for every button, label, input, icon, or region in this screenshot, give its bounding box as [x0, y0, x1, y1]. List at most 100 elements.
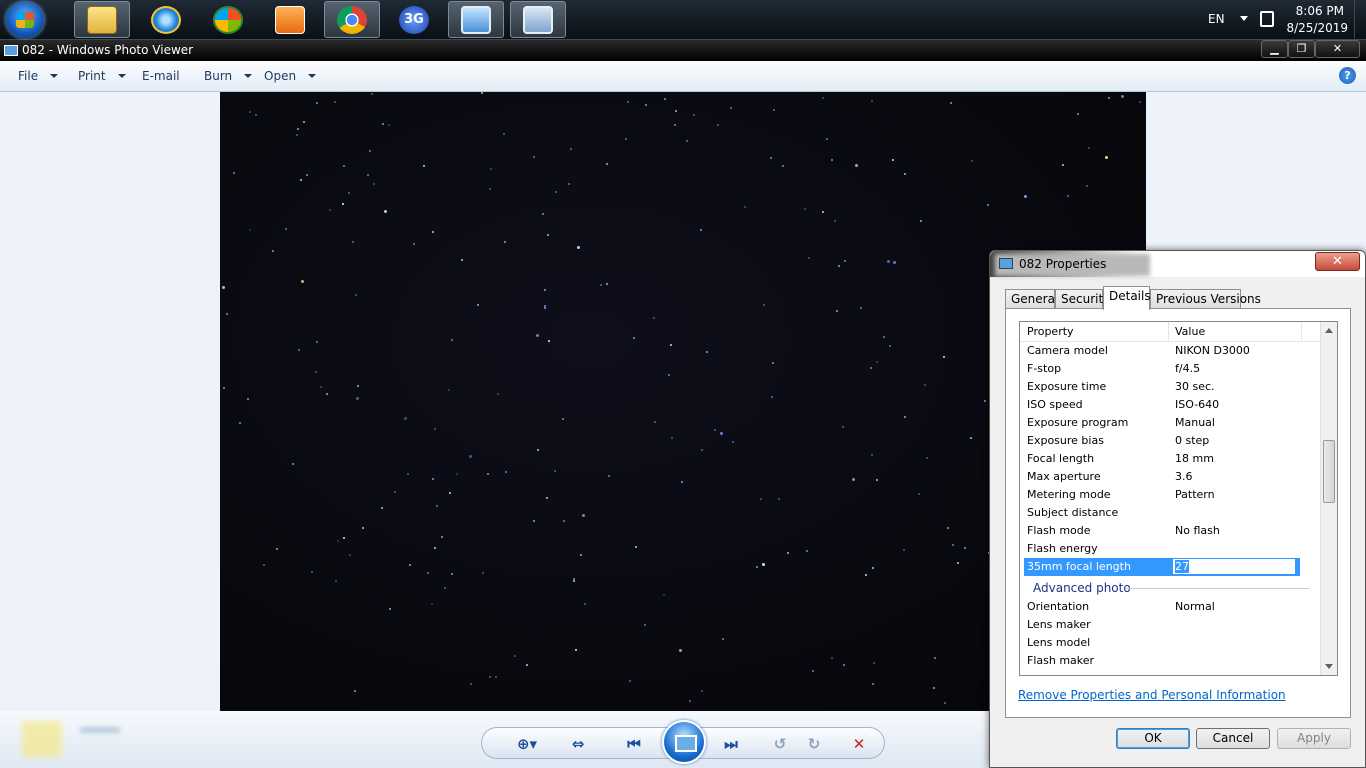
- windows-media-center-icon[interactable]: [200, 1, 256, 38]
- rotate-clockwise-button[interactable]: ↻: [803, 734, 825, 754]
- language-indicator[interactable]: EN: [1208, 12, 1225, 26]
- scroll-down-arrow-icon[interactable]: [1325, 664, 1333, 669]
- property-value: NIKON D3000: [1175, 344, 1250, 357]
- tab-details[interactable]: Details: [1103, 286, 1151, 310]
- zoom-button[interactable]: ⊕▾: [510, 734, 544, 754]
- star: [348, 554, 351, 557]
- menu-file[interactable]: File: [18, 69, 59, 83]
- chevron-down-icon[interactable]: [1240, 16, 1248, 21]
- power-plug-icon[interactable]: [1260, 11, 1274, 27]
- help-icon[interactable]: ?: [1339, 67, 1356, 84]
- selected-property-row[interactable]: 35mm focal length 27: [1024, 558, 1300, 576]
- vertical-scrollbar[interactable]: [1320, 322, 1337, 675]
- delete-button[interactable]: ✕: [848, 734, 870, 754]
- scroll-up-arrow-icon[interactable]: [1325, 328, 1333, 333]
- star: [412, 243, 415, 246]
- photo-viewer-icon[interactable]: [448, 1, 504, 38]
- star: [536, 448, 539, 451]
- star: [842, 663, 845, 666]
- property-row[interactable]: Camera model NIKON D3000: [1020, 342, 1322, 360]
- close-button[interactable]: ✕: [1315, 40, 1360, 58]
- star: [1066, 195, 1069, 198]
- property-row[interactable]: Exposure time 30 sec.: [1020, 378, 1322, 396]
- star: [488, 676, 491, 679]
- star: [946, 527, 949, 530]
- property-row[interactable]: Exposure program Manual: [1020, 414, 1322, 432]
- dialog-title-bar[interactable]: 082 Properties ✕: [990, 251, 1365, 277]
- property-row[interactable]: Subject distance: [1020, 504, 1322, 522]
- actual-size-button[interactable]: ⇔: [566, 734, 590, 754]
- star: [514, 655, 517, 658]
- star: [671, 436, 674, 439]
- star: [903, 416, 906, 419]
- property-row[interactable]: Metering mode Pattern: [1020, 486, 1322, 504]
- column-separator[interactable]: [1168, 322, 1169, 342]
- star: [248, 110, 251, 113]
- tab-previous-versions[interactable]: Previous Versions: [1150, 289, 1261, 309]
- column-value[interactable]: Value: [1175, 325, 1205, 338]
- property-row[interactable]: ISO speed ISO-640: [1020, 396, 1322, 414]
- ok-button[interactable]: OK: [1116, 728, 1190, 749]
- star: [730, 106, 733, 109]
- property-row[interactable]: Lens model: [1020, 634, 1322, 652]
- property-row[interactable]: Exposure bias 0 step: [1020, 432, 1322, 450]
- property-list[interactable]: Property Value Camera model NIKON D3000 F-…: [1019, 321, 1338, 676]
- media-player-icon[interactable]: [262, 1, 318, 38]
- clock-time[interactable]: 8:06 PM: [1296, 4, 1344, 18]
- 3g-modem-icon[interactable]: 3G: [386, 1, 442, 38]
- star: [239, 422, 242, 425]
- star: [575, 649, 578, 652]
- property-row[interactable]: Flash maker: [1020, 652, 1322, 670]
- property-row[interactable]: Focal length 18 mm: [1020, 450, 1322, 468]
- scrollbar-thumb[interactable]: [1323, 440, 1335, 503]
- chevron-down-icon: [117, 74, 126, 78]
- internet-explorer-icon[interactable]: [138, 1, 194, 38]
- property-row[interactable]: F-stop f/4.5: [1020, 360, 1322, 378]
- menu-print[interactable]: Print: [78, 69, 126, 83]
- property-name: Focal length: [1027, 452, 1095, 465]
- slideshow-button[interactable]: [662, 720, 706, 764]
- previous-button[interactable]: ⏮: [620, 734, 648, 754]
- show-desktop-button[interactable]: [1354, 0, 1366, 40]
- star: [254, 113, 257, 116]
- star: [300, 179, 303, 182]
- star: [469, 455, 473, 459]
- apply-button[interactable]: Apply: [1277, 728, 1351, 749]
- remove-properties-link[interactable]: Remove Properties and Personal Informati…: [1018, 688, 1286, 702]
- star: [544, 289, 547, 292]
- property-row[interactable]: Flash energy: [1020, 540, 1322, 558]
- file-explorer-icon[interactable]: [74, 1, 130, 38]
- rotate-counterclockwise-button[interactable]: ↺: [769, 734, 791, 754]
- minimize-button[interactable]: ▁: [1261, 40, 1288, 58]
- star: [316, 101, 319, 104]
- start-button[interactable]: [6, 2, 44, 38]
- property-row[interactable]: Max aperture 3.6: [1020, 468, 1322, 486]
- property-row[interactable]: Lens maker: [1020, 616, 1322, 634]
- properties-window-icon[interactable]: [510, 1, 566, 38]
- star: [348, 192, 351, 195]
- cancel-button[interactable]: Cancel: [1196, 728, 1270, 749]
- star: [329, 208, 332, 211]
- clock-date[interactable]: 8/25/2019: [1286, 21, 1348, 35]
- property-row[interactable]: Orientation Normal: [1020, 598, 1322, 616]
- property-row[interactable]: Flash mode No flash: [1020, 522, 1322, 540]
- star: [626, 100, 629, 103]
- tab-general[interactable]: General: [1005, 289, 1058, 309]
- star: [489, 168, 492, 171]
- dialog-close-button[interactable]: ✕: [1315, 252, 1360, 271]
- column-property[interactable]: Property: [1027, 325, 1074, 338]
- tab-security[interactable]: Security: [1055, 289, 1110, 309]
- chrome-icon[interactable]: [324, 1, 380, 38]
- group-divider: [1125, 588, 1310, 589]
- maximize-button[interactable]: ❐: [1288, 40, 1315, 58]
- next-button[interactable]: ⏭: [717, 734, 745, 754]
- star: [834, 219, 837, 222]
- star: [569, 147, 572, 150]
- property-value-editor[interactable]: 27: [1172, 558, 1296, 575]
- menu-open[interactable]: Open: [264, 69, 317, 83]
- menu-email[interactable]: E-mail: [142, 69, 180, 83]
- star: [450, 339, 453, 342]
- menu-burn[interactable]: Burn: [204, 69, 253, 83]
- star: [341, 203, 344, 206]
- column-separator[interactable]: [1301, 322, 1302, 342]
